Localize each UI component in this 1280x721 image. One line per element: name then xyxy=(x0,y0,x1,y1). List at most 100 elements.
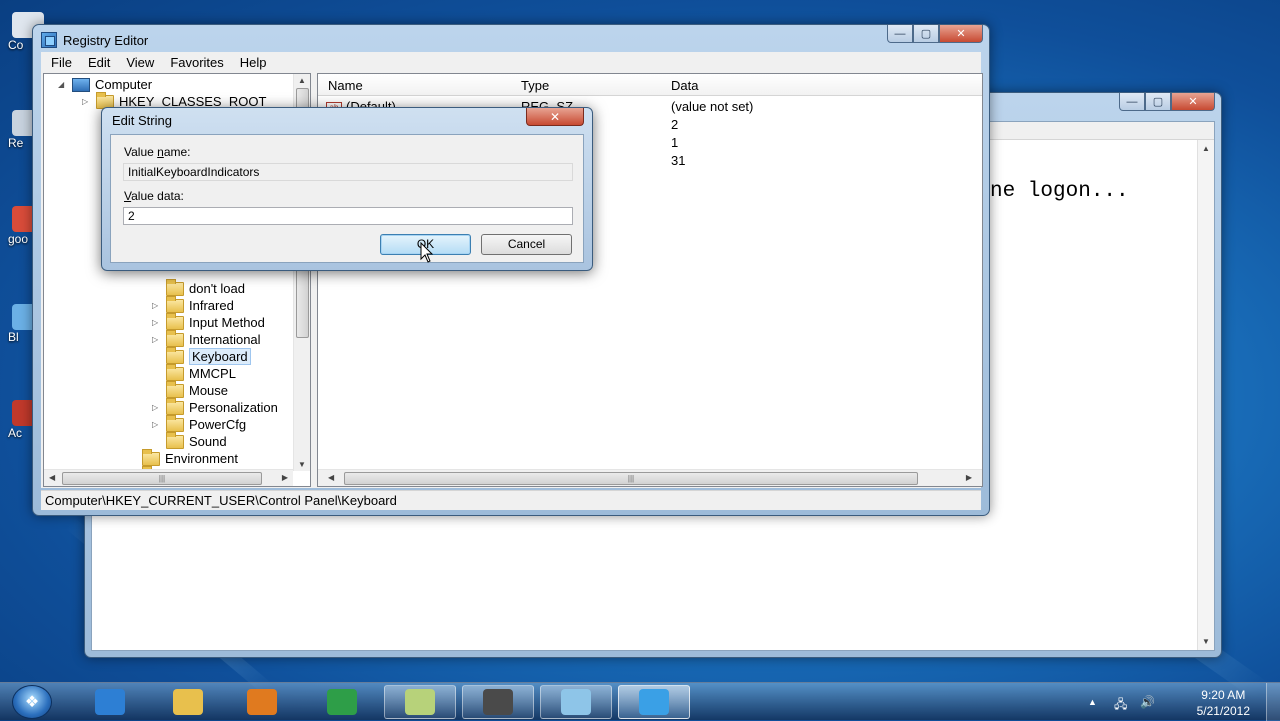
status-path: Computer\HKEY_CURRENT_USER\Control Panel… xyxy=(45,493,397,508)
tree-node-label: Input Method xyxy=(189,315,265,330)
taskbar-button-registry-editor[interactable] xyxy=(618,685,690,719)
media-player-icon xyxy=(247,689,277,715)
value-data-cell: (value not set) xyxy=(671,99,754,114)
window-title: Registry Editor xyxy=(63,32,149,48)
maximize-button[interactable]: ▢ xyxy=(1145,93,1171,111)
menu-file[interactable]: File xyxy=(43,55,80,70)
value-name-label: Value name: xyxy=(124,145,191,159)
tree-node-label: International xyxy=(189,332,261,347)
scroll-right-arrow[interactable]: ▶ xyxy=(282,473,288,482)
menu-edit[interactable]: Edit xyxy=(80,55,118,70)
explorer-icon xyxy=(173,689,203,715)
column-header-name[interactable]: Name xyxy=(328,78,363,93)
expand-arrow-icon[interactable]: ▷ xyxy=(152,318,162,327)
taskbar-button-camera-app[interactable] xyxy=(462,685,534,719)
taskbar: ❖ ▲ 🖧 🔊 9:20 AM 5/21/2012 xyxy=(0,682,1280,721)
dialog-body: Value name: InitialKeyboardIndicators Va… xyxy=(110,134,584,263)
show-desktop-button[interactable] xyxy=(1266,683,1280,721)
tree-node[interactable]: ▷ Personalization xyxy=(152,397,278,416)
value-data-cell: 31 xyxy=(671,153,686,168)
tree-node[interactable]: Environment xyxy=(128,448,238,467)
cancel-button[interactable]: Cancel xyxy=(481,234,572,255)
column-header-data[interactable]: Data xyxy=(671,78,698,93)
scroll-left-arrow[interactable]: ◀ xyxy=(49,473,55,482)
taskbar-button-notepad[interactable] xyxy=(384,685,456,719)
show-hidden-icons-arrow[interactable]: ▲ xyxy=(1088,697,1097,707)
network-icon[interactable]: 🖧 xyxy=(1114,695,1127,716)
value-data-input[interactable]: 2 xyxy=(123,207,573,225)
volume-icon[interactable]: 🔊 xyxy=(1140,695,1155,709)
tree-node-label: PowerCfg xyxy=(189,417,247,432)
scroll-right-arrow[interactable]: ▶ xyxy=(966,473,972,482)
expand-arrow-icon[interactable]: ▷ xyxy=(152,335,162,344)
taskbar-button-chrome[interactable] xyxy=(306,685,378,719)
folder-icon xyxy=(142,448,160,466)
scroll-up-arrow[interactable]: ▲ xyxy=(298,76,306,85)
clock[interactable]: 9:20 AM 5/21/2012 xyxy=(1197,687,1250,719)
taskbar-button-document-app[interactable] xyxy=(540,685,612,719)
maximize-button[interactable]: ▢ xyxy=(913,25,939,43)
tree-node[interactable]: don't load xyxy=(152,278,245,297)
bg-vertical-scrollbar[interactable]: ▲ ▼ xyxy=(1197,140,1214,650)
list-horizontal-scrollbar[interactable]: ◀ ||| ▶ xyxy=(318,469,982,486)
scroll-thumb[interactable]: ||| xyxy=(62,472,262,485)
expand-arrow-icon[interactable]: ▷ xyxy=(152,403,162,412)
menu-favorites[interactable]: Favorites xyxy=(162,55,231,70)
scroll-down-arrow[interactable]: ▼ xyxy=(1202,637,1210,646)
tree-node[interactable]: ▷ International xyxy=(152,329,261,348)
tree-horizontal-scrollbar[interactable]: ◀ ||| ▶ xyxy=(44,469,293,486)
tree-node-label: MMCPL xyxy=(189,366,236,381)
computer-icon xyxy=(72,77,90,92)
tree-node[interactable]: Keyboard xyxy=(152,346,251,365)
tree-node[interactable]: Sound xyxy=(152,431,227,450)
folder-icon xyxy=(166,414,184,432)
expand-arrow-icon[interactable]: ▷ xyxy=(152,420,162,429)
minimize-button[interactable]: — xyxy=(887,25,913,43)
list-header: Name Type Data xyxy=(318,74,982,96)
tree-node[interactable]: ◢ Computer xyxy=(58,76,152,93)
close-button[interactable]: ✕ xyxy=(1171,93,1215,111)
folder-icon xyxy=(166,278,184,296)
menu-help[interactable]: Help xyxy=(232,55,275,70)
folder-icon xyxy=(166,295,184,313)
tree-node-label: Computer xyxy=(95,77,153,92)
scroll-up-arrow[interactable]: ▲ xyxy=(1202,144,1210,153)
value-data-cell: 1 xyxy=(671,135,679,150)
start-button[interactable]: ❖ xyxy=(12,685,52,719)
close-button[interactable]: ✕ xyxy=(939,25,983,43)
column-header-type[interactable]: Type xyxy=(521,78,549,93)
taskbar-button-media-player[interactable] xyxy=(226,685,298,719)
expand-arrow-icon[interactable]: ◢ xyxy=(58,80,68,89)
folder-icon xyxy=(166,431,184,449)
tree-node[interactable]: MMCPL xyxy=(152,363,236,382)
tree-node[interactable]: ▷ Infrared xyxy=(152,295,234,314)
system-tray: ▲ 🖧 🔊 9:20 AM 5/21/2012 xyxy=(1080,683,1280,721)
taskbar-button-explorer[interactable] xyxy=(152,685,224,719)
taskbar-button-internet-explorer[interactable] xyxy=(74,685,146,719)
tree-node-label: Keyboard xyxy=(189,348,251,365)
edit-string-dialog[interactable]: Edit String ✕ Value name: InitialKeyboar… xyxy=(101,107,593,271)
tree-node-label: Personalization xyxy=(189,400,278,415)
dialog-close-button[interactable]: ✕ xyxy=(526,108,584,126)
camera-app-icon xyxy=(483,689,513,715)
minimize-button[interactable]: — xyxy=(1119,93,1145,111)
tree-node[interactable]: Mouse xyxy=(152,380,229,399)
tree-node[interactable]: ▷ Input Method xyxy=(152,312,265,331)
folder-icon xyxy=(166,329,184,347)
registry-editor-icon xyxy=(639,689,669,715)
value-data-cell: 2 xyxy=(671,117,679,132)
tree-node-label: Infrared xyxy=(189,298,234,313)
dialog-title: Edit String xyxy=(112,113,172,128)
folder-icon xyxy=(166,312,184,330)
expand-arrow-icon[interactable]: ▷ xyxy=(152,301,162,310)
tree-node-label: Mouse xyxy=(189,383,229,398)
expand-arrow-icon[interactable]: ▷ xyxy=(82,97,92,106)
title-bar[interactable]: Registry Editor xyxy=(41,29,148,51)
tree-node[interactable]: ▷ PowerCfg xyxy=(152,414,247,433)
tree-node-label: Sound xyxy=(189,434,227,449)
scroll-down-arrow[interactable]: ▼ xyxy=(298,460,306,469)
scroll-thumb[interactable]: ||| xyxy=(344,472,918,485)
menu-view[interactable]: View xyxy=(118,55,162,70)
value-name-field: InitialKeyboardIndicators xyxy=(123,163,573,181)
scroll-left-arrow[interactable]: ◀ xyxy=(328,473,334,482)
